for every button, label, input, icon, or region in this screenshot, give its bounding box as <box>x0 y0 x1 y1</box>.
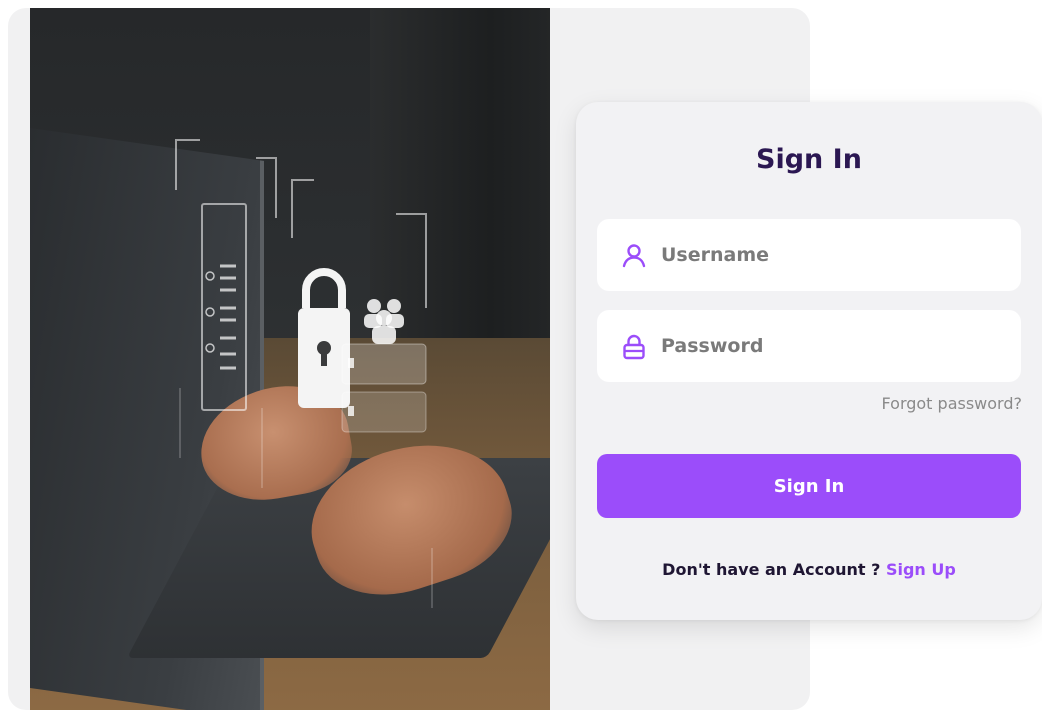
signup-prompt: Don't have an Account ? Sign Up <box>576 560 1042 579</box>
hero-image <box>30 8 550 710</box>
forgot-password-link[interactable]: Forgot password? <box>882 394 1022 413</box>
user-icon <box>622 244 646 268</box>
sign-in-button[interactable]: Sign In <box>597 454 1021 518</box>
hologram-users-icon <box>364 299 404 344</box>
hologram-lock-icon <box>298 268 350 408</box>
sign-up-link[interactable]: Sign Up <box>886 560 956 579</box>
username-field[interactable] <box>597 219 1021 291</box>
sign-in-card: Sign In Forgot password? Sign In Don't h… <box>576 102 1042 620</box>
password-field[interactable] <box>597 310 1021 382</box>
password-input[interactable] <box>661 310 1001 382</box>
sign-in-title: Sign In <box>756 144 862 175</box>
no-account-text: Don't have an Account ? <box>662 560 881 579</box>
username-input[interactable] <box>661 219 1001 291</box>
login-page: Sign In Forgot password? Sign In Don't h… <box>0 0 1042 710</box>
security-hologram-overlay <box>175 139 433 608</box>
lock-icon <box>623 334 645 360</box>
